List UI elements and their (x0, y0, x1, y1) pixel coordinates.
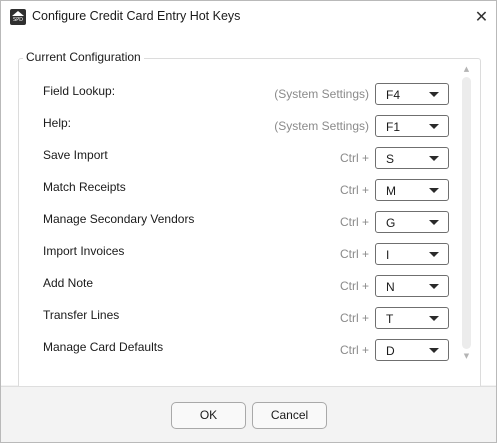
row-prefix: (System Settings) (274, 87, 369, 101)
row-prefix: Ctrl + (339, 279, 369, 293)
row-label: Transfer Lines (43, 308, 120, 322)
row-prefix: Ctrl + (339, 183, 369, 197)
title-bar: SPD Configure Credit Card Entry Hot Keys… (1, 1, 496, 33)
chevron-down-icon (429, 220, 439, 225)
chevron-down-icon (429, 124, 439, 129)
row-prefix: Ctrl + (339, 343, 369, 357)
chevron-down-icon (429, 348, 439, 353)
chevron-down-icon (429, 316, 439, 321)
chevron-down-icon (429, 92, 439, 97)
close-button[interactable]: ✕ (467, 1, 496, 33)
dialog-content: Current Configuration ▲ ▼ Field Lookup: … (1, 33, 496, 397)
hotkey-row-save-import: Save Import Ctrl + S (31, 145, 451, 169)
hotkey-select-match-receipts[interactable]: M (375, 179, 449, 201)
hotkey-row-transfer-lines: Transfer Lines Ctrl + T (31, 305, 451, 329)
hotkey-select-import-invoices[interactable]: I (375, 243, 449, 265)
close-icon: ✕ (474, 7, 489, 26)
chevron-down-icon (429, 156, 439, 161)
window-title: Configure Credit Card Entry Hot Keys (32, 9, 241, 23)
row-label: Manage Secondary Vendors (43, 212, 195, 226)
app-logo-text: SPD (12, 17, 24, 23)
hotkey-row-match-receipts: Match Receipts Ctrl + M (31, 177, 451, 201)
row-prefix: Ctrl + (339, 215, 369, 229)
chevron-down-icon (429, 188, 439, 193)
hotkey-row-import-invoices: Import Invoices Ctrl + I (31, 241, 451, 265)
row-label: Match Receipts (43, 180, 126, 194)
hotkey-select-manage-secondary-vendors[interactable]: G (375, 211, 449, 233)
ok-button[interactable]: OK (171, 402, 246, 429)
hotkey-select-field-lookup[interactable]: F4 (375, 83, 449, 105)
hotkey-select-help[interactable]: F1 (375, 115, 449, 137)
hotkey-value: I (386, 248, 390, 262)
hotkey-row-manage-card-defaults: Manage Card Defaults Ctrl + D (31, 337, 451, 361)
row-label: Import Invoices (43, 244, 125, 258)
hotkey-select-save-import[interactable]: S (375, 147, 449, 169)
hotkey-value: F4 (386, 88, 401, 102)
hotkey-value: F1 (386, 120, 401, 134)
hotkey-select-manage-card-defaults[interactable]: D (375, 339, 449, 361)
hotkey-value: M (386, 184, 396, 198)
row-prefix: (System Settings) (274, 119, 369, 133)
row-prefix: Ctrl + (339, 247, 369, 261)
app-logo-icon: SPD (10, 9, 26, 25)
groupbox-legend: Current Configuration (23, 50, 144, 64)
dialog-footer: OK Cancel (1, 386, 496, 442)
hotkey-row-manage-secondary-vendors: Manage Secondary Vendors Ctrl + G (31, 209, 451, 233)
app-logo-roof (12, 11, 24, 16)
hotkey-value: S (386, 152, 395, 166)
hotkey-select-add-note[interactable]: N (375, 275, 449, 297)
row-prefix: Ctrl + (339, 311, 369, 325)
hotkey-row-add-note: Add Note Ctrl + N (31, 273, 451, 297)
row-label: Add Note (43, 276, 94, 290)
cancel-button[interactable]: Cancel (252, 402, 327, 429)
dialog-window: SPD Configure Credit Card Entry Hot Keys… (0, 0, 497, 443)
hotkey-select-transfer-lines[interactable]: T (375, 307, 449, 329)
row-label: Manage Card Defaults (43, 340, 164, 354)
row-label: Field Lookup: (43, 84, 116, 98)
vertical-scrollbar[interactable]: ▲ ▼ (459, 65, 473, 363)
hotkey-row-help: Help: (System Settings) F1 (31, 113, 451, 137)
hotkey-value: D (386, 344, 395, 358)
chevron-down-icon (429, 252, 439, 257)
scroll-up-icon[interactable]: ▲ (462, 65, 471, 74)
hotkey-value: T (386, 312, 394, 326)
hotkey-value: N (386, 280, 395, 294)
scroll-down-icon[interactable]: ▼ (462, 352, 471, 361)
scroll-track[interactable] (462, 77, 471, 349)
hotkey-value: G (386, 216, 396, 230)
chevron-down-icon (429, 284, 439, 289)
hotkey-row-field-lookup: Field Lookup: (System Settings) F4 (31, 81, 451, 105)
row-label: Help: (43, 116, 72, 130)
row-label: Save Import (43, 148, 108, 162)
row-prefix: Ctrl + (339, 151, 369, 165)
